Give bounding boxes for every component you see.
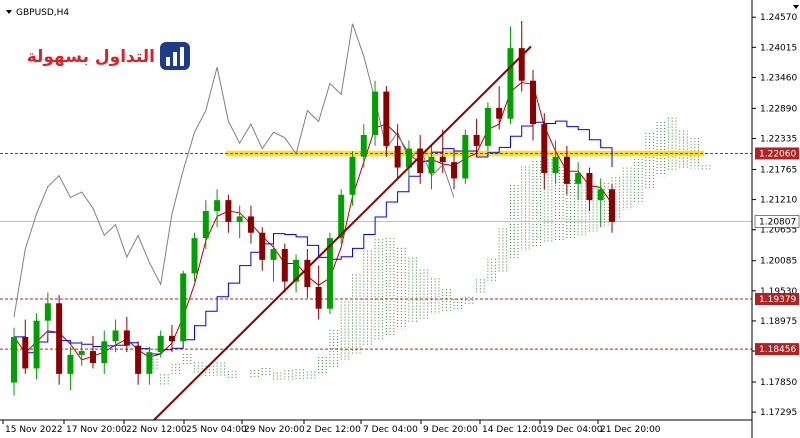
x-tick-label: 9 Dec 20:00 (423, 425, 478, 435)
y-tick-label: 1.22890 (760, 104, 797, 114)
candle[interactable] (530, 80, 537, 125)
price-tag-label: 1.18456 (759, 345, 796, 355)
candle[interactable] (552, 156, 559, 173)
price-chart[interactable]: 1.24570 1.24015 1.23460 1.22890 1.22335 1.217… (0, 0, 800, 438)
candle[interactable] (56, 303, 63, 374)
candle[interactable] (451, 162, 458, 179)
y-tick-label: 1.23460 (760, 73, 797, 83)
candle[interactable] (202, 211, 209, 239)
y-tick-label: 1.20085 (760, 257, 797, 267)
candle[interactable] (417, 148, 424, 173)
candle[interactable] (597, 189, 604, 201)
x-tick-label: 7 Dec 04:00 (363, 425, 418, 435)
chart-title: GBPUSD,H4 (16, 8, 69, 18)
candle[interactable] (507, 48, 514, 119)
candle[interactable] (428, 156, 435, 173)
y-tick-label: 1.21210 (760, 196, 797, 206)
x-tick-label: 29 Nov 20:00 (244, 425, 305, 435)
candle[interactable] (157, 335, 164, 353)
candle[interactable] (44, 303, 51, 321)
bar-chart-icon (160, 42, 190, 70)
candle[interactable] (609, 189, 615, 222)
candle[interactable] (563, 156, 570, 184)
candle[interactable] (372, 91, 379, 135)
y-tick-label: 1.17850 (760, 378, 797, 388)
x-tick-label: 15 Nov 2022 (5, 425, 63, 435)
y-tick-label: 1.22335 (760, 135, 797, 145)
y-tick-label: 1.24015 (760, 43, 797, 53)
candle[interactable] (281, 249, 288, 282)
candle[interactable] (439, 156, 446, 163)
candle[interactable] (586, 173, 593, 201)
candle[interactable] (473, 135, 480, 146)
logo-text: التداول بسهولة (27, 47, 155, 67)
price-tag-label: 1.19379 (759, 295, 796, 305)
y-tick-label: 1.18975 (760, 317, 797, 327)
candle[interactable] (33, 320, 40, 369)
price-tag-label: 1.20807 (759, 217, 796, 227)
candle[interactable] (89, 351, 96, 363)
candle[interactable] (146, 352, 153, 374)
candle[interactable] (247, 216, 254, 233)
y-tick-label: 1.21765 (760, 165, 797, 175)
candle[interactable] (225, 200, 232, 222)
brand-logo: التداول بسهولة (27, 42, 190, 70)
candle[interactable] (394, 145, 401, 168)
candle[interactable] (191, 238, 198, 274)
price-tag-label: 1.22060 (759, 149, 796, 159)
chart-window[interactable]: 1.24570 1.24015 1.23460 1.22890 1.22335 1.217… (0, 0, 800, 438)
candle[interactable] (67, 354, 74, 374)
candle[interactable] (360, 135, 367, 157)
candle[interactable] (22, 336, 29, 369)
candle[interactable] (462, 135, 469, 179)
y-tick-label: 1.17295 (760, 408, 797, 418)
candle[interactable] (236, 216, 243, 222)
candle[interactable] (214, 200, 221, 211)
candle[interactable] (168, 335, 175, 342)
candle[interactable] (575, 173, 582, 184)
chart-title-group: GBPUSD,H4 (6, 8, 69, 18)
x-tick-label: 2 Dec 12:00 (306, 425, 361, 435)
candle[interactable] (180, 273, 187, 342)
x-tick-label: 17 Nov 20:00 (66, 425, 127, 435)
candle[interactable] (304, 259, 311, 287)
candle[interactable] (484, 107, 491, 146)
candle[interactable] (101, 341, 108, 363)
x-tick-label: 21 Dec 20:00 (600, 425, 661, 435)
candle[interactable] (315, 287, 322, 309)
y-tick-label: 1.24570 (760, 13, 797, 23)
candle[interactable] (112, 330, 119, 342)
candle[interactable] (78, 351, 85, 355)
x-tick-label: 14 Dec 12:00 (482, 425, 543, 435)
candle[interactable] (11, 336, 17, 383)
x-tick-label: 22 Nov 12:00 (126, 425, 187, 435)
x-tick-label: 19 Dec 04:00 (542, 425, 603, 435)
candle[interactable] (541, 124, 548, 173)
candle[interactable] (135, 345, 142, 374)
candle[interactable] (383, 91, 390, 146)
candle[interactable] (349, 156, 356, 195)
candle[interactable] (259, 232, 266, 260)
x-tick-label: 25 Nov 04:00 (186, 425, 247, 435)
candle[interactable] (123, 330, 130, 346)
candle[interactable] (270, 249, 277, 260)
candle[interactable] (496, 107, 503, 119)
